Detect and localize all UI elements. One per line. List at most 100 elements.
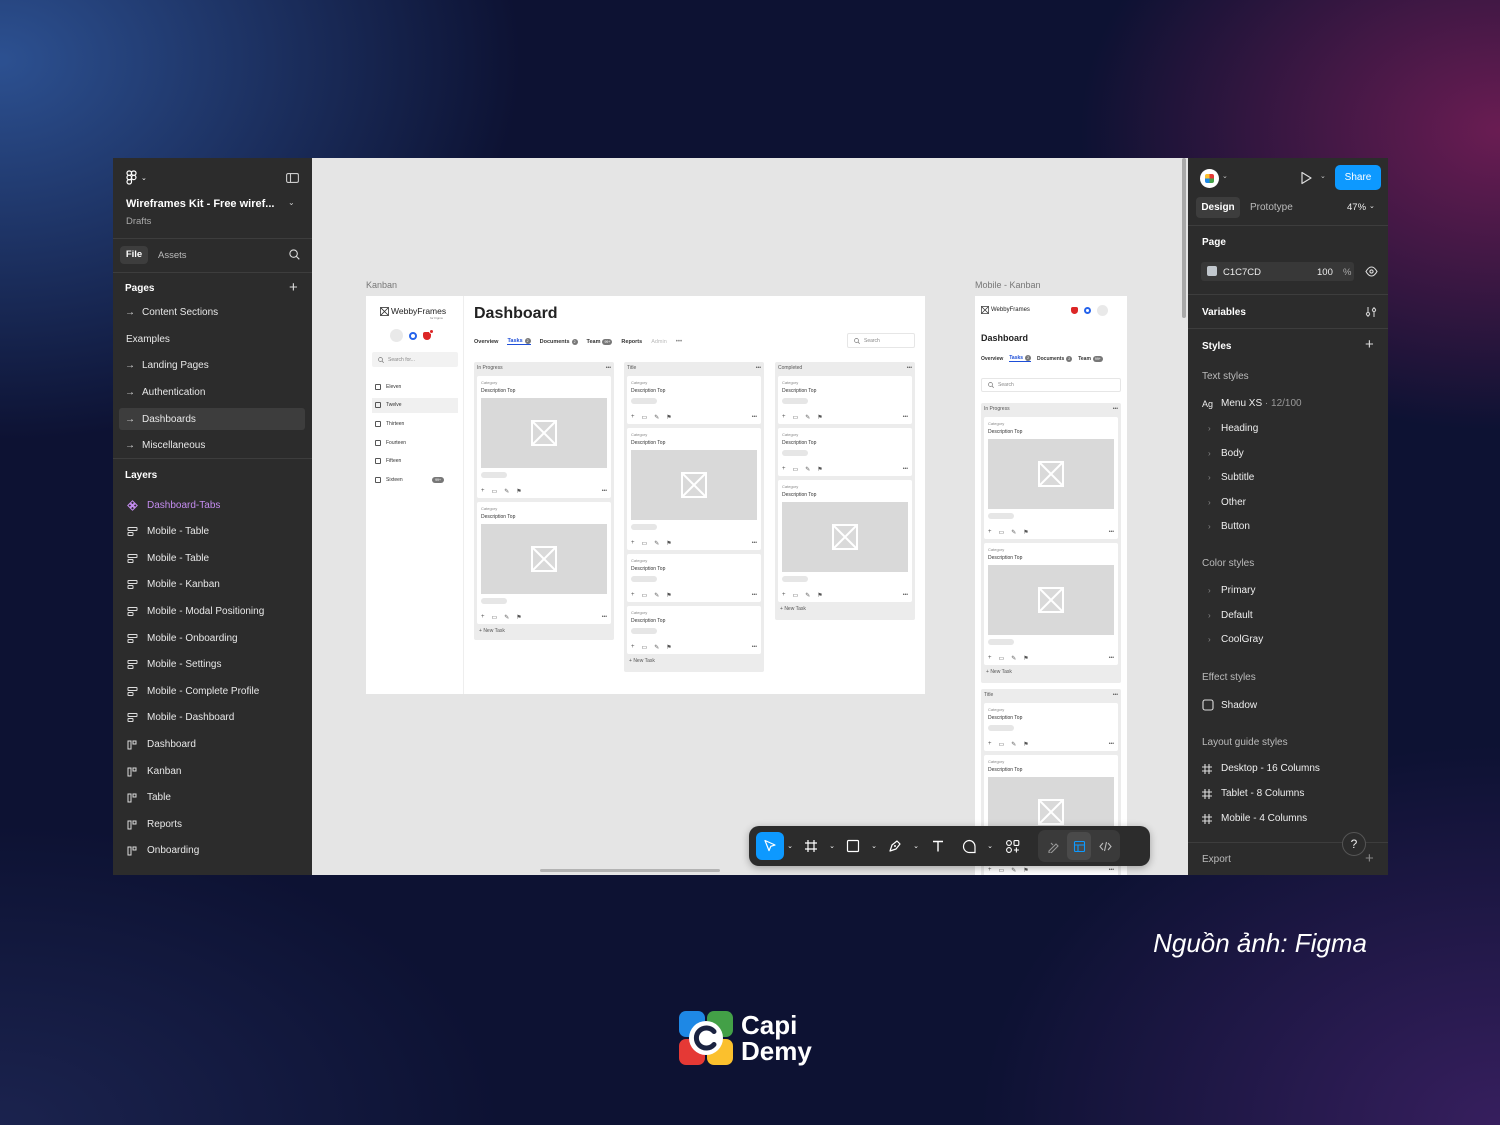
- task-card[interactable]: Category Description Top + ▭ ✎ ⚑ •••: [778, 376, 912, 424]
- pin-icon[interactable]: ✎: [805, 592, 810, 599]
- layer-item[interactable]: Mobile - Table: [113, 547, 312, 569]
- layer-item[interactable]: Table: [113, 787, 312, 809]
- task-card[interactable]: Category Description Top + ▭ ✎ ⚑ •••: [627, 606, 761, 654]
- search-icon[interactable]: [289, 249, 300, 260]
- page-item[interactable]: → Miscellaneous: [113, 434, 312, 456]
- flag-icon[interactable]: ⚑: [516, 488, 521, 495]
- flag-icon[interactable]: ⚑: [817, 414, 822, 421]
- tab-file[interactable]: File: [120, 246, 148, 264]
- more-icon[interactable]: •••: [907, 365, 912, 374]
- layer-item[interactable]: Mobile - Table: [113, 521, 312, 543]
- user-avatar-icon[interactable]: [1097, 305, 1108, 316]
- layer-item[interactable]: Mobile - Dashboard: [113, 707, 312, 729]
- more-icon[interactable]: •••: [1113, 692, 1118, 701]
- new-task-button[interactable]: + New Task: [629, 658, 655, 664]
- kanban-frame[interactable]: WebbyFrames for Figma Search for... Elev…: [366, 296, 925, 694]
- more-icon[interactable]: •••: [752, 414, 757, 420]
- frame-nav-item[interactable]: Fifteen: [372, 454, 458, 469]
- variables-header[interactable]: Variables: [1202, 307, 1246, 318]
- plus-icon[interactable]: +: [631, 592, 635, 598]
- task-card[interactable]: Category Description Top + ▭ ✎ ⚑ •••: [627, 554, 761, 602]
- frame-label-kanban[interactable]: Kanban: [366, 280, 397, 290]
- pin-icon[interactable]: ✎: [504, 488, 509, 495]
- mobile-kanban-frame[interactable]: WebbyFrames Dashboard Overview Tasks 2 Docu…: [975, 296, 1127, 875]
- pin-icon[interactable]: ✎: [1011, 655, 1016, 662]
- plus-icon[interactable]: +: [631, 414, 635, 420]
- text-styles-item[interactable]: › Other: [1202, 497, 1246, 508]
- frame-nav-item[interactable]: Fourteen: [372, 435, 458, 450]
- layer-item[interactable]: Mobile - Kanban: [113, 574, 312, 596]
- frame-nav-item[interactable]: Sixteen 99+: [372, 473, 458, 488]
- sidebar-search[interactable]: Search for...: [372, 352, 458, 367]
- layer-item[interactable]: Onboarding: [113, 840, 312, 862]
- plus-icon[interactable]: +: [782, 414, 786, 420]
- color-styles-item[interactable]: › Default: [1202, 610, 1253, 621]
- user-avatar[interactable]: [1200, 169, 1219, 188]
- notification-bell-icon[interactable]: [1071, 307, 1078, 314]
- comment-tool-button[interactable]: [954, 832, 984, 860]
- plus-icon[interactable]: +: [782, 592, 786, 598]
- frame-label-mobile-kanban[interactable]: Mobile - Kanban: [975, 280, 1041, 290]
- user-avatar-icon[interactable]: [390, 329, 403, 342]
- flag-icon[interactable]: ⚑: [666, 592, 671, 599]
- tab-admin[interactable]: Admin: [651, 339, 667, 345]
- tab-reports[interactable]: Reports: [621, 339, 642, 345]
- task-card[interactable]: Category Description Top + ▭ ✎ ⚑ •••: [627, 428, 761, 550]
- shape-tool-button[interactable]: [838, 832, 868, 860]
- more-icon[interactable]: •••: [752, 592, 757, 598]
- layout-styles-item[interactable]: Mobile - 4 Columns: [1202, 813, 1307, 824]
- canvas[interactable]: Kanban Mobile - Kanban WebbyFrames for F…: [312, 158, 1188, 875]
- flag-icon[interactable]: ⚑: [817, 466, 822, 473]
- text-styles-item[interactable]: › Heading: [1202, 423, 1258, 434]
- add-export-icon[interactable]: +: [1365, 851, 1374, 866]
- layer-item[interactable]: Mobile - Modal Positioning: [113, 600, 312, 622]
- pin-icon[interactable]: ✎: [654, 592, 659, 599]
- flag-icon[interactable]: ⚑: [817, 592, 822, 599]
- task-card[interactable]: Category Description Top + ▭ ✎ ⚑ •••: [477, 376, 611, 498]
- task-card[interactable]: Category Description Top + ▭ ✎ ⚑ •••: [984, 543, 1118, 665]
- calendar-icon[interactable]: ▭: [793, 414, 799, 421]
- task-card[interactable]: Category Description Top + ▭ ✎ ⚑ •••: [778, 480, 912, 602]
- frame-nav-item[interactable]: Thirteen: [372, 416, 458, 431]
- more-icon[interactable]: •••: [756, 365, 761, 374]
- new-task-button[interactable]: + New Task: [986, 669, 1012, 675]
- task-card[interactable]: Category Description Top + ▭ ✎ ⚑ •••: [984, 417, 1118, 539]
- page-opacity-value[interactable]: 100: [1317, 267, 1333, 278]
- chevron-down-icon[interactable]: ⌄: [826, 832, 838, 860]
- pin-icon[interactable]: ✎: [805, 466, 810, 473]
- text-tool-button[interactable]: [922, 832, 954, 860]
- plus-icon[interactable]: +: [481, 614, 485, 620]
- help-button[interactable]: ?: [1342, 832, 1366, 856]
- task-card[interactable]: Category Description Top + ▭ ✎ ⚑ •••: [477, 502, 611, 624]
- variables-settings-icon[interactable]: [1365, 306, 1377, 318]
- frame-tool-button[interactable]: [796, 832, 826, 860]
- tab-team[interactable]: Team 99+: [587, 338, 613, 345]
- chevron-down-icon[interactable]: ⌄: [910, 832, 922, 860]
- more-icon[interactable]: •••: [903, 414, 908, 420]
- move-tool-button[interactable]: [756, 832, 784, 860]
- calendar-icon[interactable]: ▭: [793, 466, 799, 473]
- calendar-icon[interactable]: ▭: [999, 529, 1005, 536]
- tab-overview[interactable]: Overview: [981, 356, 1003, 362]
- settings-icon[interactable]: [1084, 307, 1091, 314]
- plus-icon[interactable]: +: [631, 540, 635, 546]
- more-icon[interactable]: •••: [903, 592, 908, 598]
- new-task-button[interactable]: + New Task: [780, 606, 806, 612]
- calendar-icon[interactable]: ▭: [793, 592, 799, 599]
- pin-icon[interactable]: ✎: [1011, 741, 1016, 748]
- more-icon[interactable]: •••: [752, 540, 757, 546]
- more-icon[interactable]: •••: [1109, 741, 1114, 747]
- page-item[interactable]: → Dashboards: [119, 408, 305, 430]
- pen-tool-button[interactable]: [880, 832, 910, 860]
- pin-icon[interactable]: ✎: [654, 414, 659, 421]
- more-icon[interactable]: •••: [676, 339, 682, 345]
- plus-icon[interactable]: +: [988, 741, 992, 747]
- calendar-icon[interactable]: ▭: [999, 867, 1005, 874]
- text-styles-item[interactable]: › Body: [1202, 448, 1244, 459]
- calendar-icon[interactable]: ▭: [642, 592, 648, 599]
- flag-icon[interactable]: ⚑: [1023, 741, 1028, 748]
- task-card[interactable]: Category Description Top + ▭ ✎ ⚑ •••: [778, 428, 912, 476]
- page-item[interactable]: Examples: [113, 328, 312, 350]
- calendar-icon[interactable]: ▭: [642, 540, 648, 547]
- more-icon[interactable]: •••: [602, 614, 607, 620]
